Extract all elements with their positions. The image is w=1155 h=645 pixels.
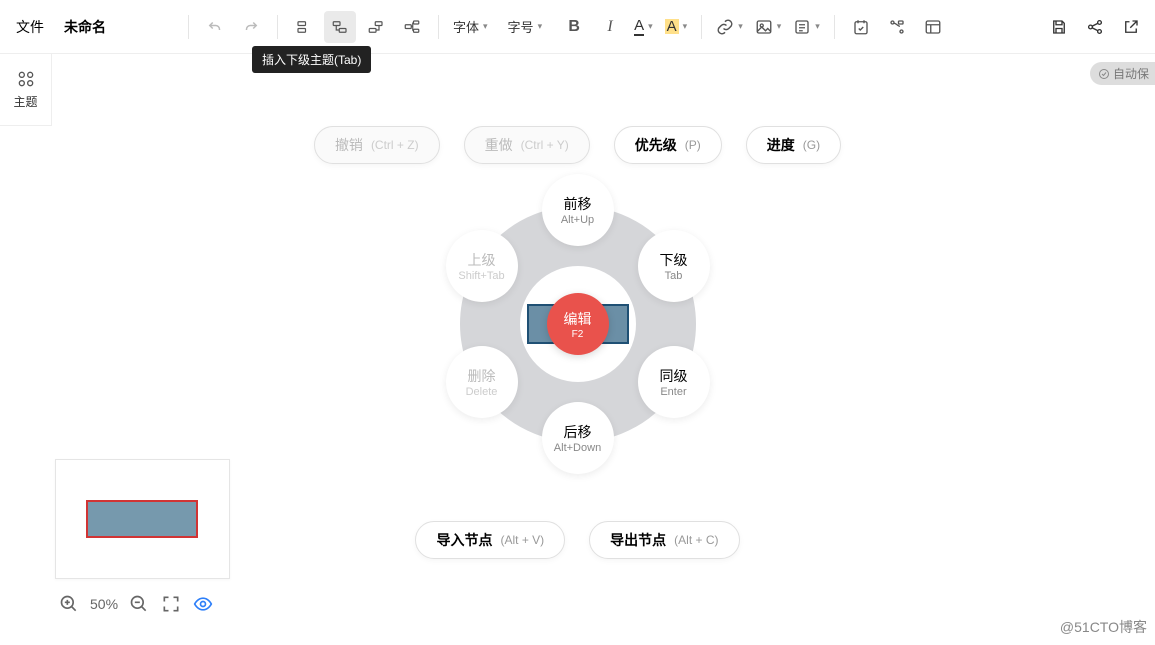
main-toolbar: 文件 未命名 字体▾ 字号▾ B I A▾ A▾ ▾ ▾ ▾ <box>0 0 1155 54</box>
branch-button[interactable] <box>396 11 428 43</box>
task-button[interactable] <box>845 11 877 43</box>
relation-icon <box>888 18 906 36</box>
font-label: 字体 <box>453 17 479 36</box>
radial-delete[interactable]: 删除Delete <box>446 346 518 418</box>
text-color-dropdown[interactable]: A▾ <box>630 18 657 36</box>
italic-button[interactable]: I <box>594 11 626 43</box>
external-icon <box>1122 18 1140 36</box>
pill-progress[interactable]: 进度(G) <box>746 126 841 164</box>
minimap[interactable] <box>55 459 230 579</box>
text-color-icon: A <box>634 18 644 36</box>
radial-menu: 编辑 F2 前移Alt+Up 后移Alt+Down 上级Shift+Tab 下级… <box>448 194 708 454</box>
radial-sibling[interactable]: 同级Enter <box>638 346 710 418</box>
redo-button[interactable] <box>235 11 267 43</box>
action-pill-row-top: 撤销(Ctrl + Z) 重做(Ctrl + Y) 优先级(P) 进度(G) <box>0 126 1155 164</box>
zoom-out-button[interactable] <box>128 593 150 615</box>
preview-button[interactable] <box>192 593 214 615</box>
child-node-icon <box>331 18 349 36</box>
bold-button[interactable]: B <box>558 11 590 43</box>
pill-undo[interactable]: 撤销(Ctrl + Z) <box>314 126 440 164</box>
fontsize-label: 字号 <box>508 17 534 36</box>
zoom-out-icon <box>129 594 149 614</box>
pill-redo[interactable]: 重做(Ctrl + Y) <box>464 126 590 164</box>
pill-priority[interactable]: 优先级(P) <box>614 126 722 164</box>
sibling-node-icon <box>295 18 313 36</box>
note-icon <box>793 18 811 36</box>
radial-child[interactable]: 下级Tab <box>638 230 710 302</box>
zoom-in-button[interactable] <box>58 593 80 615</box>
chevron-down-icon: ▾ <box>648 21 653 32</box>
radial-parent[interactable]: 上级Shift+Tab <box>446 230 518 302</box>
italic-icon: I <box>607 18 612 36</box>
chevron-down-icon: ▾ <box>483 21 488 32</box>
zoom-level: 50% <box>90 596 118 612</box>
undo-button[interactable] <box>199 11 231 43</box>
separator <box>188 15 189 39</box>
font-family-dropdown[interactable]: 字体 ▾ <box>449 17 492 36</box>
open-external-button[interactable] <box>1115 11 1147 43</box>
eye-icon <box>193 594 213 614</box>
fit-screen-button[interactable] <box>160 593 182 615</box>
minimap-viewport[interactable] <box>86 500 198 538</box>
highlight-dropdown[interactable]: A▾ <box>661 19 692 34</box>
radial-move-down[interactable]: 后移Alt+Down <box>542 402 614 474</box>
canvas[interactable]: 撤销(Ctrl + Z) 重做(Ctrl + Y) 优先级(P) 进度(G) 编… <box>0 54 1155 645</box>
note-dropdown[interactable]: ▾ <box>789 18 824 36</box>
layout-icon <box>924 18 942 36</box>
watermark: @51CTO博客 <box>1060 617 1147 637</box>
font-size-dropdown[interactable]: 字号 ▾ <box>504 17 547 36</box>
highlight-icon: A <box>665 19 679 34</box>
insert-parent-button[interactable] <box>360 11 392 43</box>
chevron-down-icon: ▾ <box>538 21 543 32</box>
expand-icon <box>161 594 181 614</box>
save-button[interactable] <box>1043 11 1075 43</box>
share-button[interactable] <box>1079 11 1111 43</box>
separator <box>701 15 702 39</box>
insert-sibling-button[interactable] <box>288 11 320 43</box>
chevron-down-icon: ▾ <box>777 21 782 32</box>
radial-move-up[interactable]: 前移Alt+Up <box>542 174 614 246</box>
link-dropdown[interactable]: ▾ <box>712 18 747 36</box>
tooltip: 插入下级主题(Tab) <box>252 46 371 73</box>
pill-export-node[interactable]: 导出节点(Alt + C) <box>589 521 739 559</box>
bold-icon: B <box>568 18 580 36</box>
redo-icon <box>242 18 260 36</box>
image-icon <box>755 18 773 36</box>
save-icon <box>1050 18 1068 36</box>
image-dropdown[interactable]: ▾ <box>751 18 786 36</box>
radial-center-edit[interactable]: 编辑 F2 <box>547 293 609 355</box>
zoom-controls: 50% <box>58 593 214 615</box>
chevron-down-icon: ▾ <box>683 21 688 32</box>
separator <box>834 15 835 39</box>
task-icon <box>852 18 870 36</box>
separator <box>277 15 278 39</box>
pill-import-node[interactable]: 导入节点(Alt + V) <box>415 521 565 559</box>
insert-child-button[interactable] <box>324 11 356 43</box>
chevron-down-icon: ▾ <box>738 21 743 32</box>
menu-file[interactable]: 文件 <box>8 13 52 41</box>
share-icon <box>1086 18 1104 36</box>
branch-icon <box>403 18 421 36</box>
chevron-down-icon: ▾ <box>815 21 820 32</box>
relation-button[interactable] <box>881 11 913 43</box>
undo-icon <box>206 18 224 36</box>
layout-button[interactable] <box>917 11 949 43</box>
parent-node-icon <box>367 18 385 36</box>
document-title[interactable]: 未命名 <box>56 13 114 41</box>
separator <box>438 15 439 39</box>
link-icon <box>716 18 734 36</box>
zoom-in-icon <box>59 594 79 614</box>
